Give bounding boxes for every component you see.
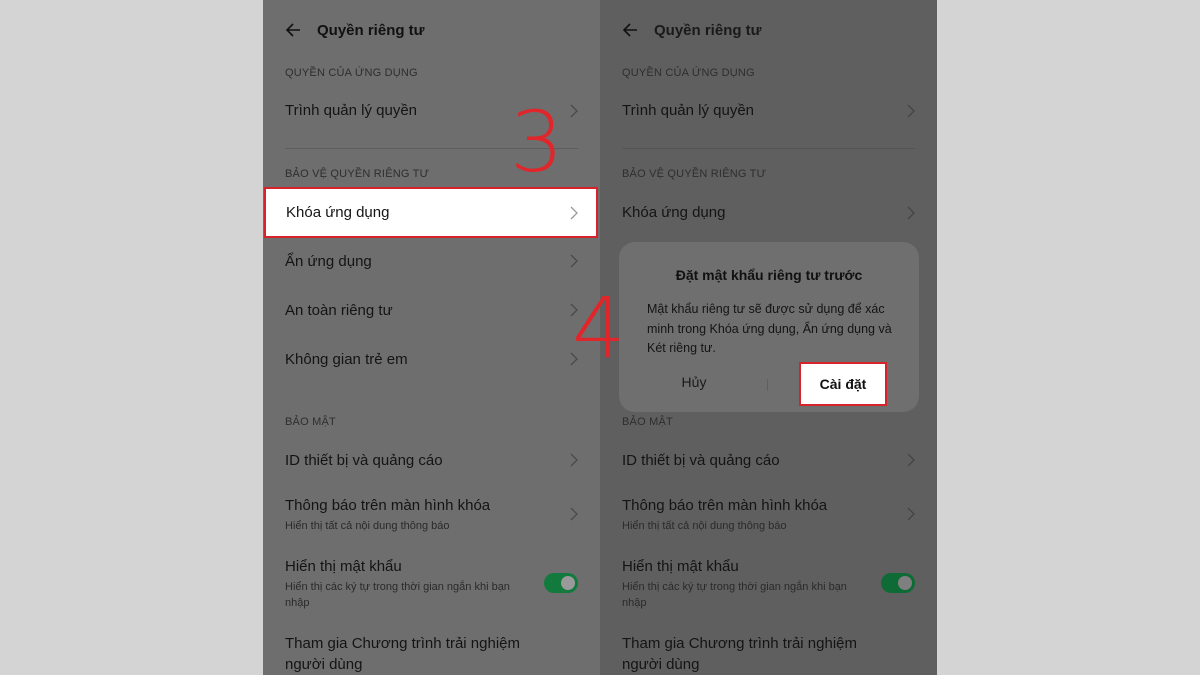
row-hide-apps[interactable]: Ẩn ứng dụng — [263, 240, 600, 284]
row-label-line1: Tham gia Chương trình trải nghiệm — [622, 635, 857, 652]
row-lockscreen-notifications[interactable]: Thông báo trên màn hình khóa Hiển thị tấ… — [263, 490, 600, 538]
row-device-id-ads[interactable]: ID thiết bị và quảng cáo — [263, 440, 600, 482]
toggle-knob — [898, 576, 912, 590]
divider — [622, 148, 915, 149]
row-label: Khóa ứng dụng — [286, 204, 390, 221]
install-button[interactable]: Cài đặt — [799, 362, 887, 406]
row-lockscreen-notifications[interactable]: Thông báo trên màn hình khóa Hiển thị tấ… — [600, 490, 937, 538]
row-sublabel: Hiển thị tất cả nội dung thông báo — [285, 520, 450, 532]
back-arrow-icon[interactable] — [284, 20, 302, 40]
row-show-password[interactable]: Hiển thị mật khẩu Hiển thị các ký tự tro… — [263, 552, 600, 612]
button-separator — [767, 379, 768, 391]
row-label: Trình quản lý quyền — [285, 102, 418, 119]
row-permission-manager[interactable]: Trình quản lý quyền — [600, 88, 937, 134]
chevron-right-icon — [907, 104, 915, 118]
cancel-button[interactable]: Hủy — [659, 374, 729, 390]
settings-screen-right: Quyền riêng tư QUYỀN CỦA ỨNG DỤNG Trình … — [600, 0, 937, 675]
row-sublabel: Hiển thị các ký tự trong thời gian ngắn … — [622, 581, 847, 609]
back-arrow-icon[interactable] — [621, 20, 639, 40]
section-privacy-protection: BẢO VỆ QUYỀN RIÊNG TƯ — [285, 168, 430, 180]
row-sublabel: Hiển thị các ký tự trong thời gian ngắn … — [285, 581, 510, 609]
row-label-line2: người dùng — [285, 656, 363, 673]
show-password-toggle[interactable] — [544, 573, 578, 593]
chevron-right-icon — [570, 206, 578, 220]
section-security: BẢO MẬT — [622, 416, 673, 428]
row-label: Hiển thị mật khẩu — [285, 558, 402, 575]
row-app-lock[interactable]: Khóa ứng dụng — [600, 190, 937, 236]
chevron-right-icon — [570, 453, 578, 467]
row-label: Trình quản lý quyền — [622, 102, 755, 119]
chevron-right-icon — [907, 453, 915, 467]
step-3-annotation: 3 — [510, 93, 564, 191]
section-security: BẢO MẬT — [285, 416, 336, 428]
dialog-title: Đặt mật khẩu riêng tư trước — [675, 267, 863, 283]
section-privacy-protection: BẢO VỆ QUYỀN RIÊNG TƯ — [622, 168, 767, 180]
chevron-right-icon — [907, 206, 915, 220]
row-label: ID thiết bị và quảng cáo — [285, 452, 443, 469]
set-password-dialog: Đặt mật khẩu riêng tư trước Mật khẩu riê… — [619, 242, 919, 412]
row-app-lock-highlighted[interactable]: Khóa ứng dụng — [264, 187, 598, 238]
row-user-experience[interactable]: Tham gia Chương trình trải nghiệm người … — [263, 630, 600, 675]
chevron-right-icon — [907, 507, 915, 521]
page-title: Quyền riêng tư — [654, 22, 762, 39]
row-label: Không gian trẻ em — [285, 351, 408, 368]
row-label: ID thiết bị và quảng cáo — [622, 452, 780, 469]
page-title: Quyền riêng tư — [317, 22, 425, 39]
dialog-body: Mật khẩu riêng tư sẽ được sử dụng để xác… — [647, 302, 892, 355]
row-label-line1: Tham gia Chương trình trải nghiệm — [285, 635, 520, 652]
chevron-right-icon — [570, 104, 578, 118]
row-label: Thông báo trên màn hình khóa — [285, 497, 491, 514]
chevron-right-icon — [570, 507, 578, 521]
step-4-annotation: 4 — [572, 279, 626, 377]
row-device-id-ads[interactable]: ID thiết bị và quảng cáo — [600, 440, 937, 482]
row-label: An toàn riêng tư — [285, 302, 393, 319]
section-app-permissions: QUYỀN CỦA ỨNG DỤNG — [622, 67, 755, 79]
row-label-line2: người dùng — [622, 656, 700, 673]
toggle-knob — [561, 576, 575, 590]
row-kids-space[interactable]: Không gian trẻ em — [263, 336, 600, 380]
show-password-toggle[interactable] — [881, 573, 915, 593]
row-privacy-safety[interactable]: An toàn riêng tư — [263, 288, 600, 332]
header: Quyền riêng tư — [600, 0, 937, 62]
row-label: Hiển thị mật khẩu — [622, 558, 739, 575]
section-app-permissions: QUYỀN CỦA ỨNG DỤNG — [285, 67, 418, 79]
row-label: Ẩn ứng dụng — [285, 253, 372, 270]
chevron-right-icon — [570, 254, 578, 268]
row-sublabel: Hiển thị tất cả nội dung thông báo — [622, 520, 787, 532]
row-label: Thông báo trên màn hình khóa — [622, 497, 828, 514]
row-show-password[interactable]: Hiển thị mật khẩu Hiển thị các ký tự tro… — [600, 552, 937, 612]
row-user-experience[interactable]: Tham gia Chương trình trải nghiệm người … — [600, 630, 937, 675]
header: Quyền riêng tư — [263, 0, 600, 62]
row-label: Khóa ứng dụng — [622, 204, 726, 221]
